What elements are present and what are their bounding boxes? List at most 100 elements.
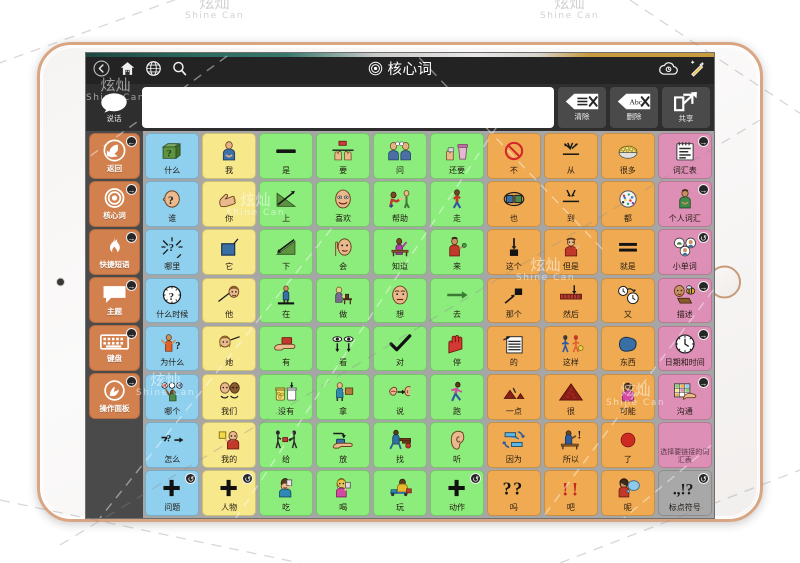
grid-cell-20[interactable]: ? 哪里 (145, 229, 200, 276)
grid-cell-64[interactable]: 找 (372, 422, 428, 468)
grid-cell-8[interactable]: 很多 (600, 133, 656, 179)
grid-cell-57[interactable]: 很 (543, 373, 599, 420)
grid-cell-38[interactable]: 又 (600, 277, 656, 324)
grid-cell-66[interactable]: 因为 (486, 422, 542, 468)
grid-cell-16[interactable]: 也 (486, 181, 542, 227)
message-input[interactable] (142, 87, 554, 128)
grid-cell-15[interactable]: 走 (429, 181, 485, 227)
grid-cell-58[interactable]: 可能 (600, 373, 656, 420)
grid-cell-69[interactable]: 选择要链接的词汇表 (657, 422, 712, 468)
grid-cell-12[interactable]: 上 (258, 181, 314, 227)
grid-cell-51[interactable]: 我们 (201, 373, 257, 420)
grid-cell-29[interactable]: ↺ 小单词 (657, 229, 712, 276)
grid-cell-4[interactable]: 问 (372, 133, 428, 179)
grid-cell-1[interactable]: 我 (201, 133, 257, 179)
grid-cell-40[interactable]: ? 为什么 (145, 325, 200, 372)
grid-cell-52[interactable]: 没有 (258, 373, 314, 420)
grid-cell-34[interactable]: 想 (372, 277, 428, 324)
grid-cell-30[interactable]: ? 什么时候 (145, 277, 200, 324)
grid-cell-31[interactable]: 他 (201, 277, 257, 324)
grid-cell-33[interactable]: 做 (315, 277, 371, 324)
grid-cell-13[interactable]: 喜欢 (315, 181, 371, 227)
clear-button[interactable]: 清除 (558, 87, 606, 128)
grid-cell-32[interactable]: 在 (258, 277, 314, 324)
grid-cell-41[interactable]: 她 (201, 325, 257, 372)
grid-cell-79[interactable]: ↺.,!? 标点符号 (657, 470, 712, 516)
grid-cell-44[interactable]: 对 (372, 325, 428, 372)
grid-cell-54[interactable]: 说 (372, 373, 428, 420)
grid-cell-45[interactable]: 停 (429, 325, 485, 372)
grid-cell-48[interactable]: 东西 (600, 325, 656, 372)
grid-cell-23[interactable]: 会 (315, 229, 371, 276)
grid-cell-label-47: 这样 (562, 358, 579, 368)
grid-cell-11[interactable]: 你 (201, 181, 257, 227)
grid-cell-43[interactable]: 看 (315, 325, 371, 372)
grid-cell-24[interactable]: 知道 (372, 229, 428, 276)
grid-cell-75[interactable]: ↺ 动作 (429, 470, 485, 516)
grid-cell-49[interactable]: → 日期和时间 (657, 325, 712, 372)
delete-button[interactable]: Abc 删除 (610, 87, 658, 128)
grid-cell-70[interactable]: ↺ 问题 (145, 470, 200, 516)
grid-cell-72[interactable]: 吃 (258, 470, 314, 516)
grid-cell-60[interactable]: ? 怎么 (145, 422, 200, 468)
grid-cell-71[interactable]: ↺ 人物 (201, 470, 257, 516)
sidebar-item-2[interactable]: → 快捷短语 (89, 229, 140, 275)
sidebar-item-1[interactable]: → 核心词 (89, 181, 140, 227)
sidebar-item-5[interactable]: → 操作面板 (89, 373, 140, 419)
grid-cell-65[interactable]: 听 (429, 422, 485, 468)
grid-cell-55[interactable]: 跑 (429, 373, 485, 420)
speak-button[interactable]: 说话 (90, 87, 138, 128)
grid-cell-53[interactable]: 拿 (315, 373, 371, 420)
globe-icon[interactable] (145, 60, 162, 77)
grid-cell-63[interactable]: 放 (315, 422, 371, 468)
grid-cell-42[interactable]: 有 (258, 325, 314, 372)
control-panel-icon (102, 379, 127, 402)
grid-cell-61[interactable]: 我的 (201, 422, 257, 468)
grid-cell-74[interactable]: 玩 (372, 470, 428, 516)
home-icon[interactable] (119, 60, 136, 77)
grid-cell-2[interactable]: 是 (258, 133, 314, 179)
grid-cell-35[interactable]: 去 (429, 277, 485, 324)
grid-cell-3[interactable]: 要 (315, 133, 371, 179)
grid-cell-14[interactable]: 帮助 (372, 181, 428, 227)
grid-cell-76[interactable]: ?? 吗 (486, 470, 542, 516)
sidebar-item-0[interactable]: ← 返回 (89, 133, 140, 179)
grid-cell-47[interactable]: 这样 (543, 325, 599, 372)
back-arrow-icon[interactable] (93, 60, 110, 77)
grid-cell-22[interactable]: 下 (258, 229, 314, 276)
grid-cell-17[interactable]: 到 (543, 181, 599, 227)
search-icon[interactable] (171, 60, 188, 77)
sidebar-item-4[interactable]: → 键盘 (89, 325, 140, 371)
grid-cell-25[interactable]: 来 (429, 229, 485, 276)
cloud-sync-icon[interactable] (658, 60, 679, 77)
grid-cell-28[interactable]: 就是 (600, 229, 656, 276)
grid-cell-50[interactable]: 哪个 (145, 373, 200, 420)
magic-wand-edit-icon[interactable] (688, 59, 706, 78)
grid-cell-62[interactable]: 给 (258, 422, 314, 468)
grid-cell-73[interactable]: 喝 (315, 470, 371, 516)
grid-cell-21[interactable]: 它 (201, 229, 257, 276)
share-button[interactable]: 共享 (662, 87, 710, 128)
grid-cell-9[interactable]: → 词汇表 (657, 133, 712, 179)
grid-cell-67[interactable]: ! 所以 (543, 422, 599, 468)
grid-cell-27[interactable]: 但是 (543, 229, 599, 276)
grid-cell-7[interactable]: 从 (543, 133, 599, 179)
grid-cell-78[interactable]: 呢 (600, 470, 656, 516)
grid-cell-26[interactable]: 这个 (486, 229, 542, 276)
grid-cell-59[interactable]: → 沟通 (657, 373, 712, 420)
grid-cell-37[interactable]: 然后 (543, 277, 599, 324)
grid-cell-5[interactable]: 还要 (429, 133, 485, 179)
grid-cell-18[interactable]: 都 (600, 181, 656, 227)
grid-cell-46[interactable]: 的 (486, 325, 542, 372)
grid-cell-6[interactable]: 不 (486, 133, 542, 179)
grid-cell-39[interactable]: → 描述 (657, 277, 712, 324)
grid-cell-label-71: 人物 (221, 503, 238, 512)
sidebar-item-3[interactable]: → 主题 (89, 277, 140, 323)
grid-cell-19[interactable]: → 个人词汇 (657, 181, 712, 227)
grid-cell-77[interactable]: !! 吧 (543, 470, 599, 516)
grid-cell-68[interactable]: 了 (600, 422, 656, 468)
grid-cell-56[interactable]: 一点 (486, 373, 542, 420)
grid-cell-36[interactable]: 那个 (486, 277, 542, 324)
grid-cell-10[interactable]: ? 谁 (145, 181, 200, 227)
grid-cell-0[interactable]: ? 什么 (145, 133, 200, 179)
